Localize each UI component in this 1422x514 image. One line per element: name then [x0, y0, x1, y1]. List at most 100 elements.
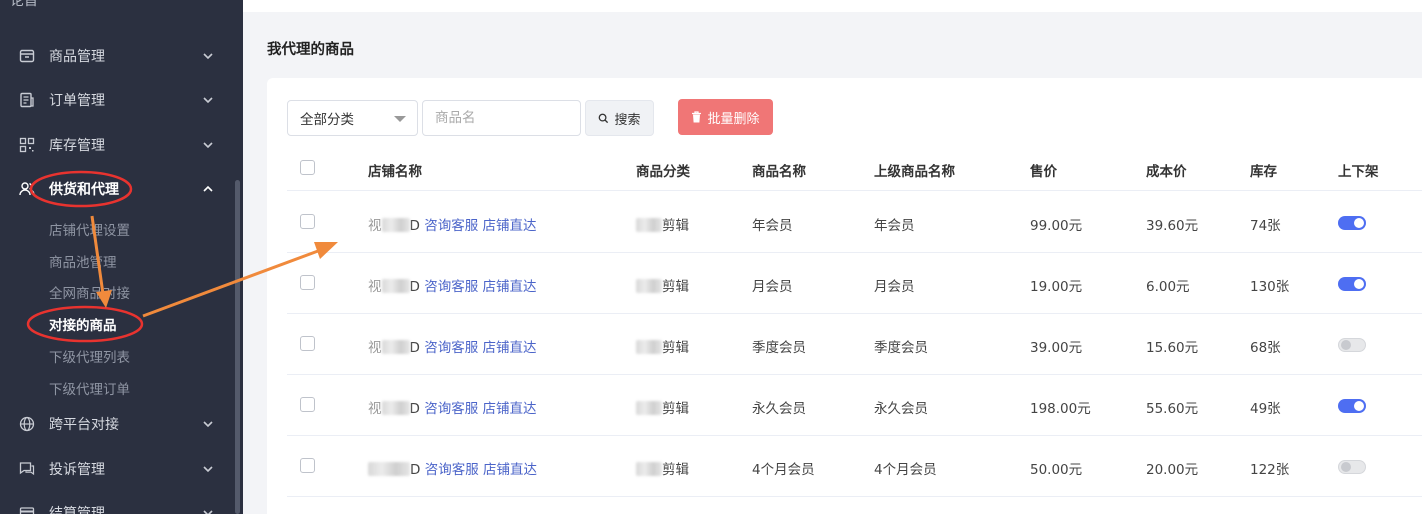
- redacted-text: [381, 218, 410, 232]
- listing-toggle[interactable]: [1338, 460, 1366, 474]
- stock-cell: 130张: [1250, 279, 1290, 295]
- row-checkbox[interactable]: [300, 275, 315, 290]
- toggle-knob: [1341, 462, 1351, 472]
- stock-cell: 49张: [1250, 401, 1281, 417]
- cost-cell: 39.60元: [1146, 218, 1199, 234]
- shop-cell: 视 D 咨询客服 店铺直达: [368, 336, 537, 356]
- category-cell: 剪辑: [636, 214, 689, 234]
- shop-cell: 视 D 咨询客服 店铺直达: [368, 275, 537, 295]
- submenu-network-products[interactable]: 全网商品对接: [49, 277, 130, 307]
- parent-name-cell: 月会员: [874, 279, 915, 295]
- cost-cell: 55.60元: [1146, 401, 1199, 417]
- consult-service-link[interactable]: 咨询客服: [424, 401, 478, 417]
- listing-toggle[interactable]: [1338, 338, 1366, 352]
- redacted-text: [636, 401, 662, 415]
- sidebar-item-products[interactable]: 商品管理: [0, 34, 236, 78]
- chevron-down-icon: [202, 418, 214, 430]
- chevron-up-icon: [202, 183, 214, 195]
- sidebar-cut-label: 论首: [10, 0, 38, 9]
- cost-cell: 6.00元: [1146, 279, 1190, 295]
- product-name-input[interactable]: [422, 100, 581, 136]
- sidebar-item-cross-platform[interactable]: 跨平台对接: [0, 402, 236, 446]
- search-button[interactable]: 搜索: [585, 100, 654, 136]
- cost-cell: 20.00元: [1146, 462, 1199, 478]
- box-icon: [19, 48, 35, 64]
- parent-name-cell: 季度会员: [874, 340, 928, 356]
- redacted-text: [636, 218, 662, 232]
- sidebar-item-label: 跨平台对接: [49, 417, 119, 433]
- table-row: 视 D 咨询客服 店铺直达 剪辑 月会员 月会员 19.00元 6.00元 130张: [287, 253, 1422, 314]
- shop-cell: 视 D 咨询客服 店铺直达: [368, 214, 537, 234]
- users-icon: [19, 181, 35, 197]
- chevron-down-icon: [202, 50, 214, 62]
- redacted-text: [636, 462, 662, 476]
- sidebar: 论首 商品管理 订单管理 库存管理 供货和代理 店铺代理设置 商品池管理 全网商…: [0, 0, 243, 514]
- redacted-text: [636, 340, 662, 354]
- price-cell: 198.00元: [1030, 401, 1091, 417]
- row-checkbox[interactable]: [300, 397, 315, 412]
- trash-icon: [691, 111, 702, 123]
- sidebar-item-orders[interactable]: 订单管理: [0, 78, 236, 122]
- stock-cell: 122张: [1250, 462, 1290, 478]
- order-icon: [19, 92, 35, 108]
- cost-cell: 15.60元: [1146, 340, 1199, 356]
- submenu-sub-agent-list[interactable]: 下级代理列表: [49, 341, 130, 371]
- parent-name-cell: 永久会员: [874, 401, 928, 417]
- bulk-delete-button[interactable]: 批量删除: [678, 99, 773, 135]
- sidebar-item-label: 库存管理: [49, 138, 105, 154]
- redacted-text: [368, 462, 410, 476]
- toggle-knob: [1354, 218, 1364, 228]
- shop-direct-link[interactable]: 店铺直达: [483, 218, 537, 234]
- product-name-cell: 4个月会员: [752, 462, 815, 478]
- category-text: 剪辑: [662, 218, 689, 234]
- sidebar-item-label: 投诉管理: [49, 462, 105, 478]
- consult-service-link[interactable]: 咨询客服: [424, 279, 478, 295]
- row-checkbox[interactable]: [300, 336, 315, 351]
- search-button-label: 搜索: [614, 112, 641, 128]
- listing-toggle[interactable]: [1338, 399, 1366, 413]
- row-checkbox[interactable]: [300, 458, 315, 473]
- caret-down-icon: [394, 116, 406, 122]
- table-row: D 咨询客服 店铺直达 剪辑 4个月会员 4个月会员 50.00元 20.00元 122张: [287, 436, 1422, 497]
- redacted-text: [381, 340, 410, 354]
- shop-direct-link[interactable]: 店铺直达: [483, 401, 537, 417]
- listing-toggle[interactable]: [1338, 216, 1366, 230]
- submenu-sub-agent-orders[interactable]: 下级代理订单: [49, 373, 130, 403]
- sidebar-item-label: 商品管理: [49, 49, 105, 65]
- listing-toggle[interactable]: [1338, 277, 1366, 291]
- header-name: 商品名称: [752, 164, 806, 180]
- consult-service-link[interactable]: 咨询客服: [424, 218, 478, 234]
- shop-cell: 视 D 咨询客服 店铺直达: [368, 397, 537, 417]
- category-select[interactable]: 全部分类: [287, 100, 418, 136]
- category-cell: 剪辑: [636, 275, 689, 295]
- shop-name-suffix: D: [410, 462, 421, 478]
- sidebar-scrollbar[interactable]: [235, 180, 240, 514]
- price-cell: 99.00元: [1030, 218, 1083, 234]
- sidebar-item-complaints[interactable]: 投诉管理: [0, 447, 236, 491]
- globe-icon: [19, 416, 35, 432]
- sidebar-item-settlement[interactable]: 结算管理: [0, 491, 236, 514]
- page-title: 我代理的商品: [267, 42, 354, 58]
- shop-direct-link[interactable]: 店铺直达: [483, 462, 537, 478]
- sidebar-item-supply-agent[interactable]: 供货和代理: [0, 167, 236, 211]
- shop-name-suffix: D: [409, 279, 420, 295]
- consult-service-link[interactable]: 咨询客服: [424, 340, 478, 356]
- price-cell: 50.00元: [1030, 462, 1083, 478]
- sidebar-item-inventory[interactable]: 库存管理: [0, 123, 236, 167]
- toggle-knob: [1341, 340, 1351, 350]
- stock-cell: 68张: [1250, 340, 1281, 356]
- bulk-delete-label: 批量删除: [707, 111, 760, 127]
- row-checkbox[interactable]: [300, 214, 315, 229]
- shop-direct-link[interactable]: 店铺直达: [483, 340, 537, 356]
- table-row: 视 D 咨询客服 店铺直达 剪辑 永久会员 永久会员 198.00元 55.60元 49张: [287, 375, 1422, 436]
- submenu-shop-agent-settings[interactable]: 店铺代理设置: [49, 214, 130, 244]
- select-all-checkbox[interactable]: [300, 160, 315, 175]
- submenu-connected-products[interactable]: 对接的商品: [49, 309, 117, 339]
- consult-service-link[interactable]: 咨询客服: [425, 462, 479, 478]
- shop-direct-link[interactable]: 店铺直达: [483, 279, 537, 295]
- submenu-product-pool[interactable]: 商品池管理: [49, 246, 117, 276]
- product-name-cell: 年会员: [752, 218, 793, 234]
- shop-cell: D 咨询客服 店铺直达: [368, 458, 537, 478]
- chevron-down-icon: [202, 463, 214, 475]
- sidebar-item-label: 订单管理: [49, 93, 105, 109]
